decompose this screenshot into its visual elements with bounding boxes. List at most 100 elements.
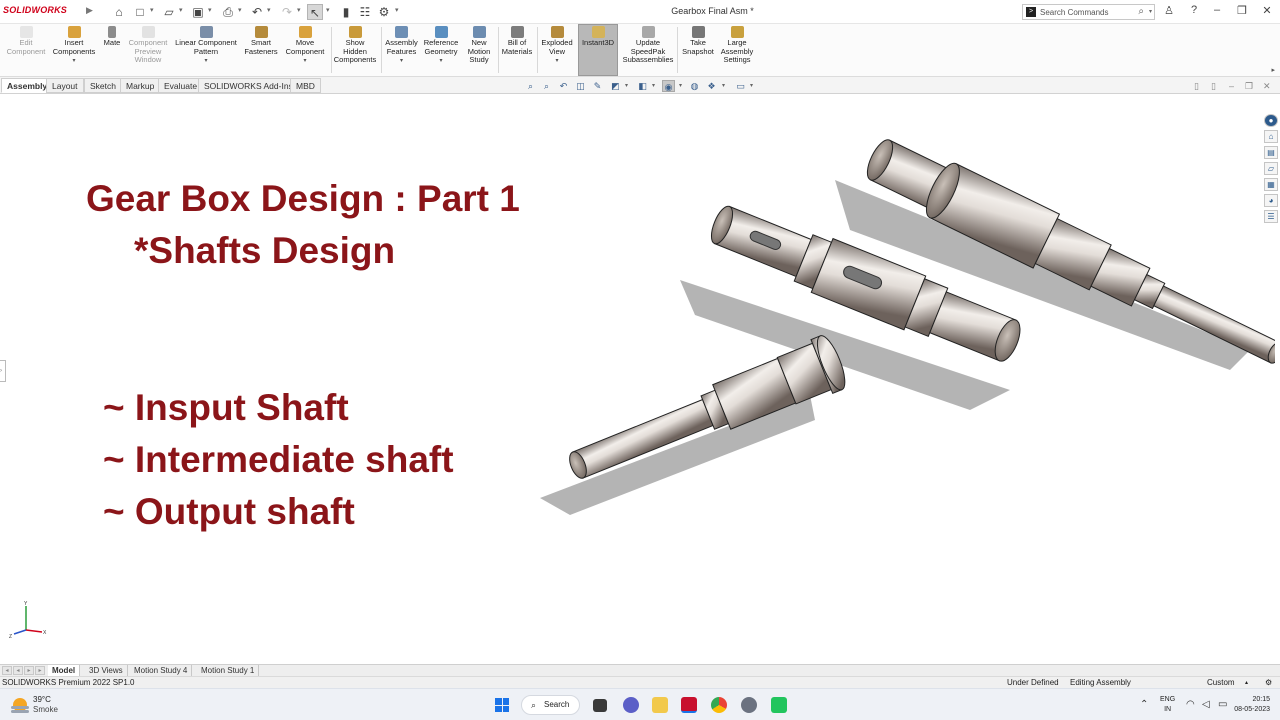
motion-study-icon bbox=[472, 26, 486, 38]
minimize-icon[interactable]: – bbox=[1209, 4, 1225, 16]
last-tab-icon[interactable]: ▸ bbox=[35, 666, 45, 675]
chrome-taskbar-icon[interactable] bbox=[711, 697, 727, 713]
status-settings-icon[interactable]: ⚙ bbox=[1265, 678, 1272, 687]
tab-markup[interactable]: Markup bbox=[120, 78, 161, 93]
volume-icon[interactable]: ◁ bbox=[1202, 699, 1210, 710]
windows-taskbar: 39°C Smoke ⌕ Search ⌃ ENG IN ◠ ◁ ▭ 20:15… bbox=[0, 688, 1280, 720]
dynamic-annotation-icon[interactable]: ✎ bbox=[591, 80, 604, 92]
move-component-button[interactable]: Move Component ▾ bbox=[282, 25, 328, 66]
tab-sketch[interactable]: Sketch bbox=[84, 78, 122, 93]
previous-view-icon[interactable]: ↶ bbox=[557, 80, 570, 92]
wifi-icon[interactable]: ◠ bbox=[1186, 699, 1195, 710]
edit-appearance-icon[interactable]: ◍ bbox=[688, 80, 701, 92]
units-dropdown-icon[interactable]: ▴ bbox=[1245, 679, 1248, 686]
model-tabs-bar: ◂ ◂ ▸ ▸ Model 3D Views Motion Study 4 Mo… bbox=[0, 664, 1280, 676]
teams-chat-icon[interactable] bbox=[623, 697, 639, 713]
restore-icon[interactable]: ❐ bbox=[1234, 4, 1250, 17]
section-view-icon[interactable]: ◫ bbox=[574, 80, 587, 92]
move-component-dropdown-icon[interactable]: ▾ bbox=[282, 57, 328, 66]
tab-layout[interactable]: Layout bbox=[46, 78, 84, 93]
solidworks-taskbar-icon[interactable] bbox=[681, 697, 697, 713]
language-code: ENG bbox=[1160, 696, 1176, 703]
assembly-features-dropdown-icon[interactable]: ▾ bbox=[383, 57, 420, 66]
tab-evaluate[interactable]: Evaluate bbox=[158, 78, 204, 93]
zoom-to-area-icon[interactable]: ⌕ bbox=[540, 80, 553, 92]
taskbar-search[interactable]: ⌕ Search bbox=[521, 695, 580, 715]
ribbon-collapse-icon[interactable]: ▸ bbox=[1271, 66, 1275, 74]
edit-component-button[interactable]: Edit Component bbox=[4, 25, 48, 56]
view-orientation-dropdown-icon[interactable]: ▾ bbox=[625, 82, 628, 89]
feature-manager-toggle[interactable]: › bbox=[0, 360, 6, 382]
tab-solidworks-addins[interactable]: SOLIDWORKS Add-Ins bbox=[198, 78, 299, 93]
insert-components-button[interactable]: Insert Components ▾ bbox=[50, 25, 98, 66]
exploded-view-icon bbox=[550, 26, 564, 38]
language-indicator[interactable]: ENG IN bbox=[1160, 695, 1175, 715]
hide-show-dropdown-icon[interactable]: ▾ bbox=[679, 82, 682, 89]
display-style-dropdown-icon[interactable]: ▾ bbox=[652, 82, 655, 89]
search-dropdown-icon[interactable]: ▾ bbox=[1149, 8, 1152, 15]
tab-3d-views[interactable]: 3D Views bbox=[85, 665, 128, 676]
large-assembly-settings-button[interactable]: Large Assembly Settings bbox=[719, 25, 755, 65]
file-explorer-taskbar-icon[interactable] bbox=[652, 697, 668, 713]
ribbon-separator bbox=[381, 27, 382, 73]
doc-minimize-icon[interactable]: – bbox=[1229, 81, 1234, 91]
update-speedpak-button[interactable]: Update SpeedPak Subassemblies bbox=[621, 25, 675, 65]
insert-components-dropdown-icon[interactable]: ▾ bbox=[50, 57, 98, 66]
search-commands-input[interactable]: > Search Commands ⌕ ▾ bbox=[1022, 4, 1155, 20]
apply-scene-icon[interactable]: ❖ bbox=[705, 80, 718, 92]
take-snapshot-button[interactable]: Take Snapshot bbox=[679, 25, 717, 56]
smart-fasteners-button[interactable]: Smart Fasteners bbox=[242, 25, 280, 56]
assembly-features-button[interactable]: Assembly Features ▾ bbox=[383, 25, 420, 66]
exploded-view-dropdown-icon[interactable]: ▾ bbox=[539, 57, 575, 66]
instant3d-button[interactable]: Instant3D bbox=[578, 24, 618, 76]
weather-temperature[interactable]: 39°C bbox=[33, 695, 51, 704]
units-selector[interactable]: Custom bbox=[1207, 678, 1235, 687]
clock[interactable]: 20:15 08-05-2023 bbox=[1222, 695, 1270, 715]
task-view-icon[interactable] bbox=[593, 699, 607, 712]
next-tab-icon[interactable]: ▸ bbox=[24, 666, 34, 675]
search-icon[interactable]: ⌕ bbox=[1138, 6, 1144, 17]
tab-motion-study-4[interactable]: Motion Study 4 bbox=[130, 665, 193, 676]
reference-geometry-dropdown-icon[interactable]: ▾ bbox=[421, 57, 461, 66]
speedpak-icon bbox=[641, 26, 655, 38]
bill-of-materials-button[interactable]: Bill of Materials bbox=[499, 25, 535, 56]
doc-split-icon[interactable]: ▯ bbox=[1211, 81, 1216, 92]
prev-tab-icon[interactable]: ◂ bbox=[13, 666, 23, 675]
view-settings-icon[interactable]: ▭ bbox=[734, 80, 747, 92]
windows-start-icon[interactable] bbox=[495, 698, 509, 712]
view-orientation-icon[interactable]: ◩ bbox=[609, 80, 622, 92]
display-style-icon[interactable]: ◧ bbox=[636, 80, 649, 92]
first-tab-icon[interactable]: ◂ bbox=[2, 666, 12, 675]
new-motion-study-button[interactable]: New Motion Study bbox=[463, 25, 495, 65]
close-icon[interactable]: ✕ bbox=[1259, 4, 1275, 17]
camtasia-taskbar-icon[interactable] bbox=[771, 697, 787, 713]
weather-description[interactable]: Smoke bbox=[33, 705, 58, 714]
hide-show-items-icon[interactable]: ◉ bbox=[662, 80, 675, 92]
tab-mbd[interactable]: MBD bbox=[290, 78, 321, 93]
bullet-intermediate-shaft: ~ Intermediate shaft bbox=[103, 439, 454, 480]
exploded-view-button[interactable]: Exploded View ▾ bbox=[539, 25, 575, 66]
doc-tile-icon[interactable]: ▯ bbox=[1194, 81, 1199, 92]
tab-model[interactable]: Model bbox=[48, 665, 81, 676]
edit-component-icon bbox=[19, 26, 33, 38]
apply-scene-dropdown-icon[interactable]: ▾ bbox=[722, 82, 725, 89]
doc-restore-icon[interactable]: ❐ bbox=[1245, 81, 1253, 92]
weather-smoke-icon[interactable] bbox=[11, 698, 29, 712]
doc-close-icon[interactable]: ✕ bbox=[1263, 81, 1271, 92]
component-preview-window-button[interactable]: Component Preview Window bbox=[126, 25, 170, 65]
linear-pattern-dropdown-icon[interactable]: ▾ bbox=[172, 57, 240, 66]
move-component-icon bbox=[298, 26, 312, 38]
help-icon[interactable]: ? bbox=[1186, 4, 1202, 16]
zoom-to-fit-icon[interactable]: ⌕ bbox=[524, 80, 537, 92]
mate-icon bbox=[108, 26, 116, 38]
user-icon[interactable]: ♙ bbox=[1161, 4, 1177, 17]
linear-component-pattern-button[interactable]: Linear Component Pattern ▾ bbox=[172, 25, 240, 66]
settings-taskbar-icon[interactable] bbox=[741, 697, 757, 713]
view-settings-dropdown-icon[interactable]: ▾ bbox=[750, 82, 753, 89]
reference-geometry-button[interactable]: Reference Geometry ▾ bbox=[421, 25, 461, 66]
mate-button[interactable]: Mate bbox=[100, 25, 124, 48]
tray-chevron-icon[interactable]: ⌃ bbox=[1140, 699, 1148, 710]
shafts-3d-model[interactable] bbox=[530, 120, 1275, 530]
show-hidden-components-button[interactable]: Show Hidden Components bbox=[333, 25, 377, 65]
tab-motion-study-1[interactable]: Motion Study 1 bbox=[197, 665, 260, 676]
